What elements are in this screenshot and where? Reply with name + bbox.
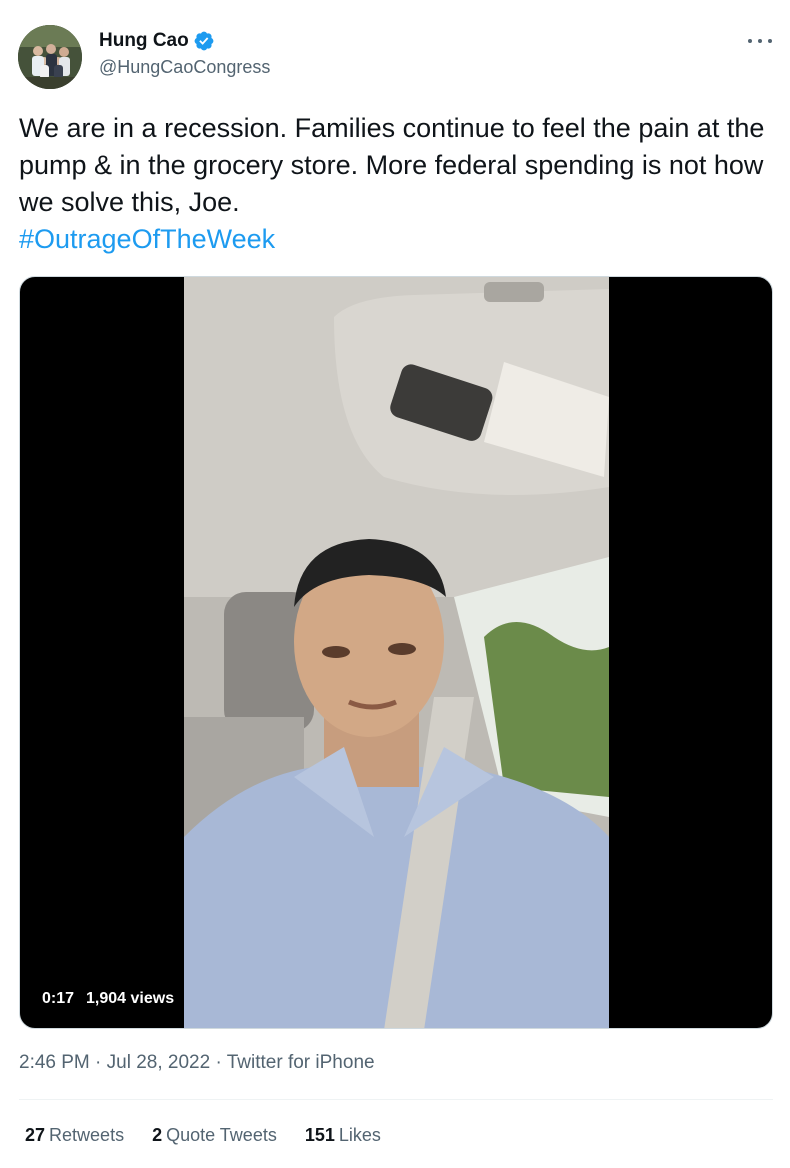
meta-separator: · bbox=[215, 1052, 222, 1073]
tweet-text: We are in a recession. Families continue… bbox=[19, 110, 771, 258]
hashtag-link[interactable]: #OutrageOfTheWeek bbox=[19, 224, 275, 254]
tweet-date[interactable]: Jul 28, 2022 bbox=[107, 1052, 211, 1073]
likes-stat[interactable]: 151 Likes bbox=[305, 1125, 381, 1146]
more-options-icon[interactable] bbox=[748, 34, 772, 48]
tweet-body: We are in a recession. Families continue… bbox=[19, 113, 765, 217]
tweet-time[interactable]: 2:46 PM bbox=[19, 1052, 90, 1073]
tweet-source[interactable]: Twitter for iPhone bbox=[227, 1052, 375, 1073]
verified-badge-icon bbox=[193, 30, 215, 52]
author-handle[interactable]: @HungCaoCongress bbox=[99, 57, 270, 78]
avatar[interactable] bbox=[18, 25, 82, 89]
retweets-stat[interactable]: 27 Retweets bbox=[25, 1125, 124, 1146]
divider bbox=[19, 1099, 773, 1100]
retweets-count: 27 bbox=[25, 1125, 46, 1145]
video-duration: 0:17 bbox=[42, 990, 75, 1007]
retweets-label: Retweets bbox=[49, 1125, 125, 1145]
engagement-stats: 27 Retweets 2 Quote Tweets 151 Likes bbox=[25, 1125, 381, 1146]
video-stats-badge: 0:17 1,904 views bbox=[36, 986, 181, 1012]
likes-count: 151 bbox=[304, 1125, 335, 1145]
tweet-meta: 2:46 PM · Jul 28, 2022 · Twitter for iPh… bbox=[19, 1052, 375, 1074]
video-frame[interactable] bbox=[184, 277, 609, 1028]
likes-label: Likes bbox=[338, 1125, 381, 1145]
tweet: Hung Cao @HungCaoCongress We are in a re… bbox=[0, 0, 790, 1168]
quote-tweets-stat[interactable]: 2 Quote Tweets bbox=[152, 1125, 277, 1146]
quotes-label: Quote Tweets bbox=[166, 1125, 277, 1145]
video-player[interactable]: 0:17 1,904 views bbox=[19, 276, 773, 1029]
author-name-row[interactable]: Hung Cao bbox=[99, 30, 215, 52]
quotes-count: 2 bbox=[152, 1125, 163, 1145]
video-views: 1,904 views bbox=[86, 990, 175, 1007]
meta-separator: · bbox=[95, 1052, 102, 1073]
author-name[interactable]: Hung Cao bbox=[99, 30, 189, 52]
